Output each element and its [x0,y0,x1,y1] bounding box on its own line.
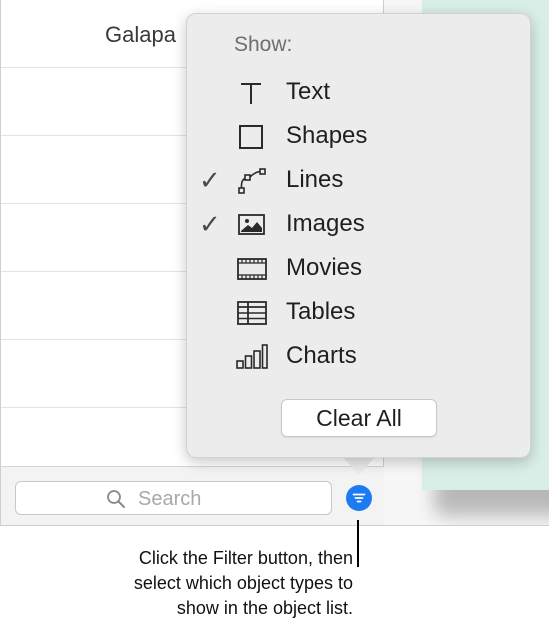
filter-item-tables[interactable]: Tables [187,296,530,332]
checkmark-icon [199,78,225,108]
screenshot-stage: Galapa Search Show: Text Shapes ✓ Lines … [0,0,549,621]
popover-heading: Show: [234,33,293,56]
callout-leader-line [357,520,359,567]
search-input[interactable]: Search [15,481,332,515]
filter-button[interactable] [346,485,372,511]
filter-popover: Show: Text Shapes ✓ Lines ✓ Images Movie… [186,13,531,458]
checkmark-icon [199,298,225,328]
filter-item-shapes[interactable]: Shapes [187,120,530,156]
callout-line: show in the object list. [176,598,353,618]
tables-icon [237,301,267,325]
filter-item-label: Tables [286,298,356,325]
images-icon [238,214,265,235]
filter-item-label: Charts [286,342,357,369]
charts-icon [236,344,268,369]
search-icon [107,490,125,508]
object-list-footer: Search [1,466,384,525]
filter-item-movies[interactable]: Movies [187,252,530,288]
callout-line: select which object types to [133,573,353,593]
filter-icon [352,493,366,503]
filter-item-lines[interactable]: ✓ Lines [187,164,530,200]
filter-item-label: Text [286,78,331,105]
movies-icon [237,258,267,280]
checkmark-icon: ✓ [199,166,221,196]
callout-line: Click the Filter button, then [138,548,353,568]
search-placeholder: Search [138,488,202,510]
shapes-icon [239,125,263,149]
filter-item-images[interactable]: ✓ Images [187,208,530,244]
filter-item-charts[interactable]: Charts [187,340,530,376]
callout-text: Click the Filter button, then select whi… [40,546,353,621]
filter-item-label: Shapes [286,122,368,149]
text-icon [241,83,261,104]
clear-all-button[interactable]: Clear All [281,399,437,437]
checkmark-icon [199,342,225,372]
checkmark-icon: ✓ [199,210,221,240]
lines-icon [238,168,266,194]
list-item-label: Galapa [105,22,176,47]
popover-arrow [342,456,376,475]
checkmark-icon [199,254,225,284]
filter-item-text[interactable]: Text [187,76,530,112]
filter-item-label: Images [286,210,365,237]
filter-item-label: Movies [286,254,363,281]
filter-item-label: Lines [286,166,344,193]
checkmark-icon [199,122,225,152]
